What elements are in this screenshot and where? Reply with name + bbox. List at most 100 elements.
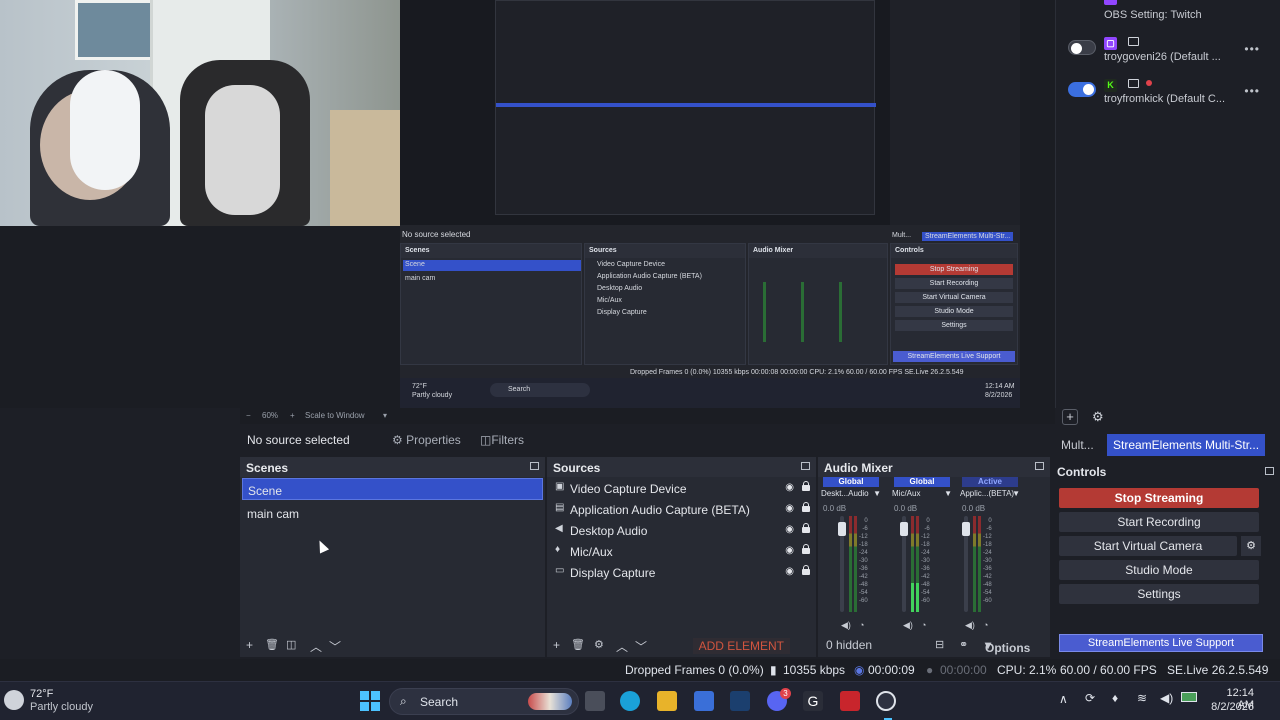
eye-icon[interactable]: ◉: [785, 482, 794, 493]
zoom-out-icon[interactable]: −: [246, 411, 251, 420]
db-scale: 0 -6 -12 -18 -24 -30 -36 -42 -48 -54 -60: [859, 518, 868, 604]
tab-streamelements[interactable]: StreamElements Multi-Str...: [1107, 434, 1265, 456]
filter-icon[interactable]: ◫: [286, 638, 296, 651]
trash-icon[interactable]: 🗑: [265, 638, 279, 651]
eye-icon[interactable]: ◉: [785, 524, 794, 535]
layout-icon[interactable]: ⊟: [935, 638, 944, 651]
chevron-down-icon[interactable]: ▼: [1012, 489, 1020, 498]
level-fill: [911, 583, 914, 612]
gear-icon[interactable]: ⚙: [594, 638, 604, 651]
volume-icon[interactable]: ◀): [1160, 691, 1173, 705]
popout-icon[interactable]: [1265, 467, 1274, 475]
volume-handle[interactable]: [962, 522, 970, 536]
speaker-icon[interactable]: ◀): [965, 620, 975, 631]
eye-icon[interactable]: ◉: [785, 566, 794, 577]
kick-icon: K: [1104, 79, 1117, 92]
no-source-label: No source selected: [247, 433, 350, 447]
mic-icon: ♦: [555, 544, 561, 555]
edge-icon[interactable]: [620, 691, 640, 711]
task-view-icon[interactable]: [585, 691, 605, 711]
eye-icon[interactable]: ◉: [785, 503, 794, 514]
scene-item[interactable]: Scene: [242, 478, 543, 500]
more-options-icon[interactable]: •••: [1244, 42, 1260, 56]
stop-streaming-button[interactable]: Stop Streaming: [1059, 488, 1259, 508]
chevron-down-icon[interactable]: ▼: [944, 489, 952, 498]
battery-icon[interactable]: [1181, 692, 1197, 702]
nested-controls: Controls Stop Streaming Start Recording …: [890, 243, 1018, 365]
add-icon[interactable]: +: [553, 638, 560, 652]
scene-item[interactable]: main cam: [242, 502, 543, 524]
chevron-up-icon[interactable]: ︿: [616, 638, 628, 655]
taskbar-search[interactable]: ⌕ Search: [389, 688, 579, 715]
volume-handle[interactable]: [900, 522, 908, 536]
popout-icon[interactable]: [530, 462, 539, 470]
lock-icon[interactable]: [802, 523, 810, 533]
lock-icon[interactable]: [802, 565, 810, 575]
monitor-settings-icon[interactable]: ◔: [983, 620, 988, 630]
chevron-down-icon[interactable]: ▼: [873, 489, 881, 498]
speaker-icon[interactable]: ◀): [903, 620, 913, 631]
more-options-icon[interactable]: •••: [1244, 84, 1260, 98]
sources-toolbar: + 🗑 ⚙ ︿ ﹀ ADD ELEMENT: [547, 635, 816, 657]
weather-icon[interactable]: [4, 690, 24, 710]
popout-icon[interactable]: [1035, 462, 1044, 470]
windows-start-icon[interactable]: [360, 691, 380, 711]
lock-icon[interactable]: [802, 502, 810, 512]
dock-tabs: Mult... StreamElements Multi-Str...: [1055, 432, 1280, 458]
db-scale: 0 -6 -12 -18 -24 -30 -36 -42 -48 -54 -60: [921, 518, 930, 604]
twitch-icon: ▢: [1104, 37, 1117, 50]
options-button[interactable]: Options ▾: [985, 638, 1030, 655]
sync-icon[interactable]: ⟳: [1085, 691, 1095, 705]
studio-mode-button[interactable]: Studio Mode: [1059, 560, 1259, 580]
account-toggle[interactable]: [1068, 40, 1096, 55]
monitor-settings-icon[interactable]: ◔: [859, 620, 864, 630]
obs-icon[interactable]: [876, 691, 896, 711]
speaker-icon[interactable]: ◀): [841, 620, 851, 631]
chevron-down-icon[interactable]: ﹀: [329, 638, 341, 655]
settings-button[interactable]: Settings: [1059, 584, 1259, 604]
add-icon[interactable]: +: [246, 638, 253, 652]
popout-icon[interactable]: [801, 462, 810, 470]
mixer-channel: Active Applic...(BETA) ▼ 0.0 dB 0 -6 -12 -18…: [960, 477, 1020, 631]
chevron-up-icon[interactable]: ︿: [310, 638, 322, 655]
store-icon[interactable]: [694, 691, 714, 711]
start-virtual-camera-button[interactable]: Start Virtual Camera: [1059, 536, 1237, 556]
wifi-icon[interactable]: ≋: [1137, 691, 1147, 705]
link-icon[interactable]: ⚭: [959, 638, 968, 651]
gear-icon[interactable]: ⚙: [1241, 536, 1261, 556]
source-item[interactable]: ▤ Application Audio Capture (BETA) ◉: [549, 500, 814, 520]
filters-button[interactable]: ◫Filters: [474, 431, 530, 449]
properties-button[interactable]: ⚙ Properties: [386, 431, 467, 449]
source-item[interactable]: ▭ Display Capture ◉: [549, 563, 814, 583]
eye-icon[interactable]: ◉: [785, 545, 794, 556]
trash-icon[interactable]: 🗑: [571, 638, 585, 651]
account-row[interactable]: ▢ troygoveni26 (Default ... •••: [1060, 34, 1270, 74]
gear-icon[interactable]: ⚙: [1092, 409, 1108, 425]
chevron-down-icon[interactable]: ﹀: [635, 638, 647, 655]
lock-icon[interactable]: [802, 481, 810, 491]
mic-icon[interactable]: ♦: [1112, 691, 1118, 705]
steam-icon[interactable]: [730, 691, 750, 711]
account-toggle[interactable]: [1068, 82, 1096, 97]
chevron-down-icon[interactable]: ▾: [383, 411, 387, 420]
lock-icon[interactable]: [802, 544, 810, 554]
clock-date[interactable]: 8/2/2026: [1204, 701, 1254, 713]
source-item[interactable]: ▣ Video Capture Device ◉: [549, 479, 814, 499]
file-explorer-icon[interactable]: [657, 691, 677, 711]
zoom-in-icon[interactable]: +: [290, 411, 295, 420]
app-icon[interactable]: [840, 691, 860, 711]
volume-handle[interactable]: [838, 522, 846, 536]
source-item[interactable]: ◀ Desktop Audio ◉: [549, 521, 814, 541]
gog-icon[interactable]: G: [803, 691, 823, 711]
add-element-button[interactable]: ADD ELEMENT: [692, 638, 790, 654]
level-meter: [854, 516, 857, 612]
source-item[interactable]: ♦ Mic/Aux ◉: [549, 542, 814, 562]
scale-mode[interactable]: Scale to Window: [305, 411, 365, 420]
start-recording-button[interactable]: Start Recording: [1059, 512, 1259, 532]
monitor-settings-icon[interactable]: ◔: [921, 620, 926, 630]
add-account-icon[interactable]: +: [1062, 409, 1078, 425]
account-row[interactable]: K troyfromkick (Default C... •••: [1060, 76, 1270, 116]
live-support-button[interactable]: StreamElements Live Support: [1059, 634, 1263, 652]
chevron-up-icon[interactable]: ∧: [1059, 692, 1068, 706]
tab-multi[interactable]: Mult...: [1055, 434, 1105, 456]
